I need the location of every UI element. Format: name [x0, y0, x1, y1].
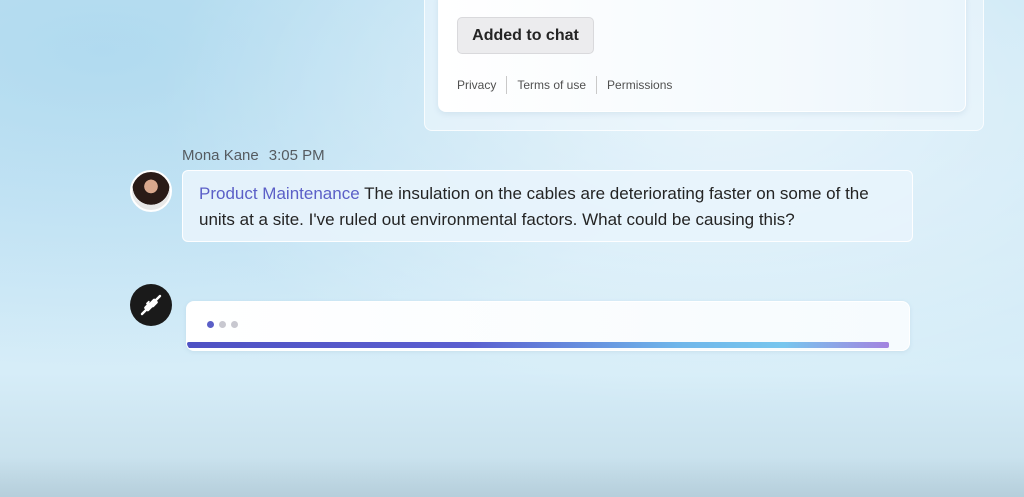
progress-bar [187, 342, 889, 348]
mention-link[interactable]: Product Maintenance [199, 184, 360, 203]
divider [596, 76, 598, 94]
plug-connect-icon [130, 284, 172, 326]
plug-icon-glyph [140, 294, 162, 316]
typing-indicator [207, 321, 238, 328]
added-to-chat-button[interactable]: Added to chat [457, 17, 594, 54]
divider [506, 76, 508, 94]
typing-dot [219, 321, 226, 328]
typing-dot [207, 321, 214, 328]
message-meta: Mona Kane 3:05 PM [182, 147, 325, 164]
bottom-band [0, 457, 1024, 497]
privacy-link[interactable]: Privacy [457, 78, 496, 92]
message-time: 3:05 PM [268, 147, 325, 164]
avatar[interactable] [130, 170, 172, 212]
chat-message[interactable]: Product Maintenance The insulation on th… [182, 170, 913, 242]
card-footer-links: Privacy Terms of use Permissions [457, 76, 672, 94]
typing-dot [231, 321, 238, 328]
bot-response-loading [186, 301, 910, 351]
progress-fill [187, 342, 889, 348]
sender-name: Mona Kane [182, 147, 259, 164]
permissions-link[interactable]: Permissions [607, 78, 672, 92]
terms-of-use-link[interactable]: Terms of use [517, 78, 586, 92]
